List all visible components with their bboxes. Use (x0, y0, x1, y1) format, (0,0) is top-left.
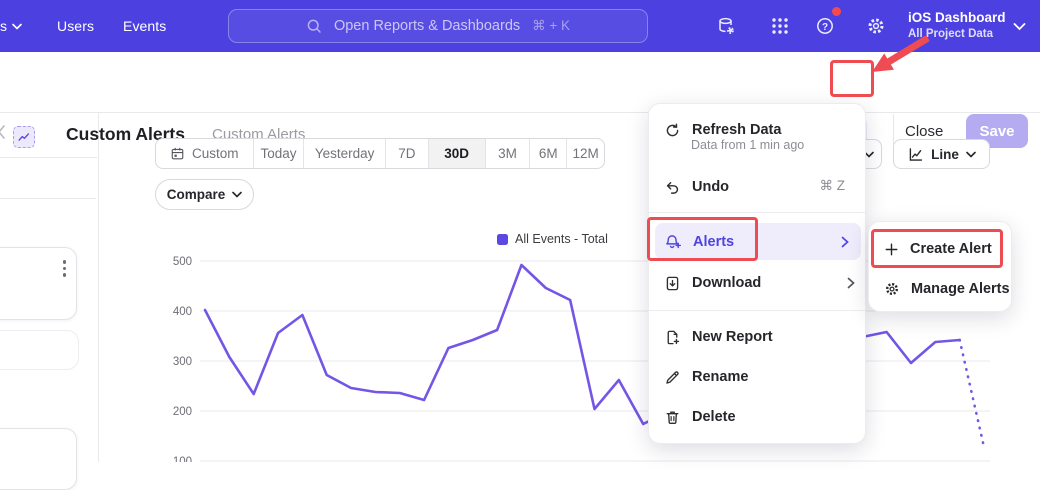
svg-text:400: 400 (173, 306, 192, 318)
nav-item-events[interactable]: Events (123, 0, 166, 52)
project-scope: All Project Data (908, 27, 1006, 42)
undo-shortcut: ⌘ Z (820, 178, 846, 194)
chevron-down-icon (232, 191, 242, 198)
new-report-icon (664, 329, 681, 346)
svg-text:200: 200 (173, 406, 192, 418)
project-name: iOS Dashboard (908, 8, 1006, 27)
date-range-today[interactable]: Today (253, 139, 304, 168)
download-icon (664, 275, 681, 292)
annotation-box-more-button (830, 60, 874, 97)
pencil-icon (664, 369, 681, 386)
search-shortcut: ⌘ + K (532, 18, 570, 34)
date-range-custom[interactable]: Custom (156, 139, 253, 168)
search-icon (306, 18, 322, 34)
refresh-icon (664, 122, 681, 139)
menu-item-undo[interactable]: Undo (664, 174, 729, 200)
chevron-down-icon (966, 151, 976, 158)
annotation-box-alerts (647, 217, 758, 261)
settings-gear-icon[interactable] (866, 16, 886, 36)
svg-text:500: 500 (173, 256, 192, 268)
date-range-3m[interactable]: 3M (485, 139, 530, 168)
sidebar-card[interactable] (0, 247, 77, 320)
date-range-12m[interactable]: 12M (566, 139, 604, 168)
calendar-icon (170, 146, 185, 161)
data-management-icon[interactable] (716, 16, 736, 36)
svg-text:?: ? (822, 22, 828, 33)
notification-dot (830, 5, 843, 18)
line-chart-icon (907, 146, 924, 163)
sidebar-divider (0, 198, 96, 199)
search-placeholder: Open Reports & Dashboards (334, 18, 520, 34)
chevron-right-icon (841, 236, 849, 248)
chart-legend: All Events - Total (497, 232, 608, 246)
chart-type-button[interactable]: Line (893, 139, 990, 169)
date-range-6m[interactable]: 6M (529, 139, 566, 168)
top-nav-bar: s Users Events Open Reports & Dashboards… (0, 0, 1040, 52)
chevron-down-icon (1013, 22, 1026, 31)
sidebar-card[interactable] (0, 428, 77, 490)
legend-swatch (497, 234, 508, 245)
menu-item-delete[interactable]: Delete (664, 404, 736, 430)
chevron-down-icon (12, 23, 22, 30)
sidebar-divider (0, 157, 97, 158)
report-header: Custom Alerts Custom Alerts GV Duplicate… (0, 52, 1040, 112)
trash-icon (664, 409, 681, 426)
svg-text:300: 300 (173, 356, 192, 368)
date-range-yesterday[interactable]: Yesterday (303, 139, 385, 168)
kebab-menu-icon[interactable] (63, 260, 67, 277)
gear-icon (884, 281, 900, 297)
project-selector[interactable]: iOS Dashboard All Project Data (908, 8, 1006, 42)
legend-label: All Events - Total (515, 232, 608, 246)
search-input[interactable]: Open Reports & Dashboards ⌘ + K (228, 9, 648, 43)
more-options-menu: Refresh Data Data from 1 min ago Undo ⌘ … (648, 103, 866, 444)
chevron-right-icon (847, 277, 855, 289)
apps-grid-icon[interactable] (770, 16, 790, 36)
nav-item-users[interactable]: Users (57, 0, 94, 52)
sidebar-card[interactable] (0, 330, 79, 370)
collapse-chevron-icon[interactable] (0, 124, 5, 140)
undo-icon (664, 179, 681, 196)
date-range-30d[interactable]: 30D (428, 139, 485, 168)
submenu-item-manage-alerts[interactable]: Manage Alerts (884, 276, 1010, 302)
compare-button[interactable]: Compare (155, 179, 254, 210)
menu-item-rename[interactable]: Rename (664, 364, 748, 390)
sidebar-right-border (98, 112, 99, 462)
refresh-subtitle: Data from 1 min ago (691, 138, 804, 152)
svg-text:100: 100 (173, 456, 192, 462)
date-range-control: Custom Today Yesterday 7D 30D 3M 6M 12M (155, 138, 605, 169)
annotation-box-create-alert (871, 229, 1003, 268)
menu-divider (649, 212, 865, 213)
nav-item-partial[interactable]: s (0, 0, 22, 52)
menu-divider (649, 310, 865, 311)
date-range-7d[interactable]: 7D (385, 139, 428, 168)
menu-item-download[interactable]: Download (664, 270, 852, 296)
help-icon[interactable]: ? (815, 16, 835, 36)
menu-item-new-report[interactable]: New Report (664, 324, 773, 350)
report-type-icon (13, 126, 35, 148)
